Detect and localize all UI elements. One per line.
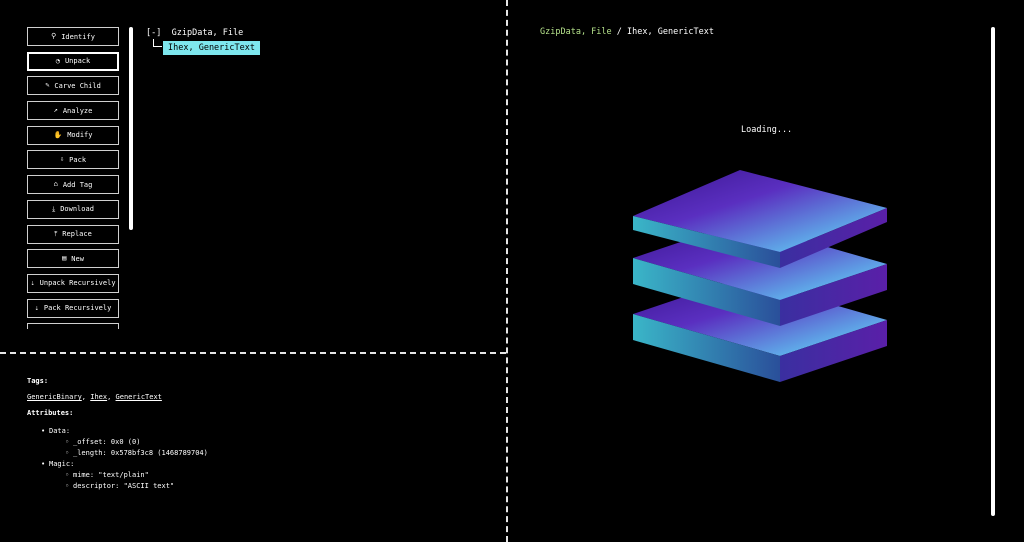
- tree-root-label[interactable]: GzipData, File: [172, 28, 244, 38]
- upload-icon: ⤒: [54, 229, 58, 238]
- button-label: Pack: [69, 155, 87, 164]
- pack-recursive-icon: ⇣: [34, 303, 39, 312]
- identify-button[interactable]: ⚲ Identify: [27, 27, 119, 46]
- tag-link[interactable]: Ihex: [90, 393, 107, 401]
- tree-child-selected[interactable]: Ihex, GenericText: [163, 41, 260, 55]
- more-actions-button[interactable]: [27, 323, 119, 329]
- action-button-list[interactable]: ⚲ Identify ◔ Unpack ✎ Carve Child ↗ Analyze …: [27, 27, 119, 329]
- button-label: Unpack Recursively: [39, 279, 116, 288]
- tree-collapse-toggle[interactable]: [-]: [146, 28, 161, 38]
- pack-icon: ⇩: [59, 155, 65, 164]
- breadcrumb-parent-link[interactable]: GzipData, File: [540, 27, 612, 37]
- analyze-button[interactable]: ↗ Analyze: [27, 101, 119, 121]
- tree-connector: [153, 39, 162, 47]
- button-label: Modify: [67, 131, 93, 140]
- unpack-button[interactable]: ◔ Unpack: [27, 51, 119, 71]
- pack-button[interactable]: ⇩ Pack: [27, 150, 119, 170]
- download-button[interactable]: ⤓ Download: [27, 199, 119, 219]
- app-root: ⚲ Identify ◔ Unpack ✎ Carve Child ↗ Analyze …: [0, 0, 1024, 542]
- attributes-header: Attributes:: [27, 409, 74, 417]
- tag-link[interactable]: GenericText: [116, 393, 162, 401]
- button-label: New: [71, 254, 84, 263]
- unpack-recursively-button[interactable]: ⇣ Unpack Recursively: [27, 273, 119, 293]
- tag-separator: ,: [81, 393, 91, 401]
- attribute-items: mime: "text/plain" descriptor: "ASCII te…: [65, 470, 208, 492]
- resource-details: Tags: GenericBinary, Ihex, GenericText A…: [27, 376, 208, 492]
- download-icon: ⤓: [52, 204, 56, 213]
- tag-link[interactable]: GenericBinary: [27, 393, 82, 401]
- attribute-group-name: Magic:: [49, 460, 75, 468]
- loading-text: Loading...: [741, 125, 793, 135]
- trend-icon: ↗: [53, 106, 58, 115]
- attribute-item: mime: "text/plain": [65, 470, 208, 481]
- action-list-scrollbar[interactable]: [129, 27, 133, 230]
- breadcrumb-current: Ihex, GenericText: [627, 27, 715, 37]
- tags-header: Tags:: [27, 377, 49, 385]
- carve-child-button[interactable]: ✎ Carve Child: [27, 76, 119, 96]
- tag-icon: ⌂: [53, 180, 58, 189]
- file-icon: ▤: [62, 254, 67, 263]
- hand-icon: ✋: [53, 130, 63, 139]
- loading-layers-icon: [633, 170, 887, 382]
- tags-list: GenericBinary, Ihex, GenericText: [27, 392, 208, 403]
- unpack-recursive-icon: ⇣: [30, 278, 35, 287]
- button-label: Pack Recursively: [43, 304, 112, 313]
- attribute-group-name: Data:: [49, 427, 71, 435]
- button-label: Add Tag: [62, 180, 93, 189]
- search-icon: ⚲: [51, 32, 57, 40]
- attribute-group: Data: _offset: 0x0 (0) _length: 0x578bf3…: [41, 426, 208, 459]
- attribute-items: _offset: 0x0 (0) _length: 0x578bf3c8 (14…: [65, 437, 208, 459]
- breadcrumb: GzipData, File / Ihex, GenericText: [540, 27, 714, 37]
- resource-tree: [-] GzipData, File Ihex, GenericText: [146, 27, 260, 55]
- button-label: Analyze: [62, 106, 93, 115]
- breadcrumb-separator: /: [611, 27, 628, 37]
- horizontal-divider[interactable]: [0, 352, 506, 354]
- attribute-item: _offset: 0x0 (0): [65, 437, 208, 448]
- button-label: Replace: [62, 230, 92, 238]
- unpack-icon: ◔: [55, 56, 60, 65]
- attribute-item: descriptor: "ASCII text": [65, 481, 208, 492]
- replace-button[interactable]: ⤒ Replace: [27, 224, 119, 244]
- button-label: Download: [60, 205, 94, 214]
- pack-recursively-button[interactable]: ⇣ Pack Recursively: [27, 298, 119, 318]
- tree-root-row[interactable]: [-] GzipData, File: [146, 27, 243, 39]
- right-panel-scrollbar[interactable]: [991, 27, 995, 516]
- pencil-icon: ✎: [45, 81, 50, 90]
- attributes-list: Data: _offset: 0x0 (0) _length: 0x578bf3…: [41, 426, 208, 492]
- modify-button[interactable]: ✋ Modify: [27, 125, 119, 145]
- button-label: Identify: [61, 32, 95, 41]
- vertical-divider[interactable]: [506, 0, 508, 542]
- new-button[interactable]: ▤ New: [27, 249, 119, 269]
- attribute-group: Magic: mime: "text/plain" descriptor: "A…: [41, 459, 208, 492]
- tag-separator: ,: [107, 393, 116, 401]
- button-label: Unpack: [64, 57, 91, 66]
- attribute-item: _length: 0x578bf3c8 (1468789704): [65, 448, 208, 459]
- add-tag-button[interactable]: ⌂ Add Tag: [27, 175, 119, 195]
- button-label: Carve Child: [54, 81, 101, 90]
